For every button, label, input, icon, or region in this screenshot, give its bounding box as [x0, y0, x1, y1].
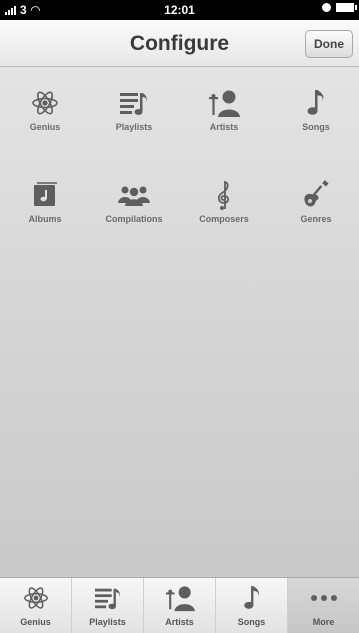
- grid-item-playlists[interactable]: Playlists: [94, 87, 174, 147]
- tab-label: Genius: [20, 617, 51, 627]
- orientation-lock-icon: [322, 3, 331, 12]
- grid-item-composers[interactable]: Composers: [184, 179, 264, 239]
- tab-more[interactable]: More: [288, 578, 359, 633]
- tab-label: More: [312, 617, 335, 627]
- grid-item-label: Compilations: [105, 214, 163, 224]
- battery-icon: [336, 3, 357, 12]
- genius-atom-icon: [19, 582, 53, 614]
- status-bar: 3 ◠ 12:01: [0, 0, 359, 20]
- genius-atom-icon: [27, 87, 63, 119]
- grid-item-label: Artists: [209, 122, 239, 132]
- navigation-bar: Configure Done: [0, 20, 359, 67]
- grid-item-label: Songs: [302, 122, 330, 132]
- songs-note-icon: [298, 87, 334, 119]
- playlists-icon: [116, 87, 152, 119]
- tab-bar: Genius Playlists Artists Songs More: [0, 577, 359, 633]
- albums-icon: [27, 179, 63, 211]
- grid-item-label: Albums: [28, 214, 62, 224]
- grid-item-albums[interactable]: Albums: [5, 179, 85, 239]
- grid-item-artists[interactable]: Artists: [184, 87, 264, 147]
- configure-grid: Genius Playlists Artists Songs Albums Co…: [0, 67, 359, 577]
- tab-label: Songs: [237, 617, 266, 627]
- status-time: 12:01: [164, 3, 195, 17]
- songs-note-icon: [235, 582, 269, 614]
- tab-genius[interactable]: Genius: [0, 578, 72, 633]
- grid-item-compilations[interactable]: Compilations: [94, 179, 174, 239]
- grid-item-songs[interactable]: Songs: [276, 87, 356, 147]
- tab-playlists[interactable]: Playlists: [72, 578, 144, 633]
- playlists-icon: [91, 582, 125, 614]
- genres-guitar-icon: [298, 179, 334, 211]
- status-right-group: [322, 3, 357, 12]
- tab-artists[interactable]: Artists: [144, 578, 216, 633]
- artists-icon: [206, 87, 242, 119]
- grid-item-genius[interactable]: Genius: [5, 87, 85, 147]
- composers-clef-icon: [206, 179, 242, 211]
- grid-item-label: Genres: [300, 214, 332, 224]
- artists-icon: [163, 582, 197, 614]
- grid-item-label: Composers: [199, 214, 249, 224]
- done-button[interactable]: Done: [305, 30, 353, 58]
- tab-label: Playlists: [89, 617, 126, 627]
- grid-item-label: Genius: [29, 122, 61, 132]
- tab-label: Artists: [165, 617, 194, 627]
- more-dots-icon: [307, 582, 341, 614]
- grid-item-genres[interactable]: Genres: [276, 179, 356, 239]
- tab-songs[interactable]: Songs: [216, 578, 288, 633]
- grid-item-label: Playlists: [115, 122, 153, 132]
- compilations-icon: [116, 179, 152, 211]
